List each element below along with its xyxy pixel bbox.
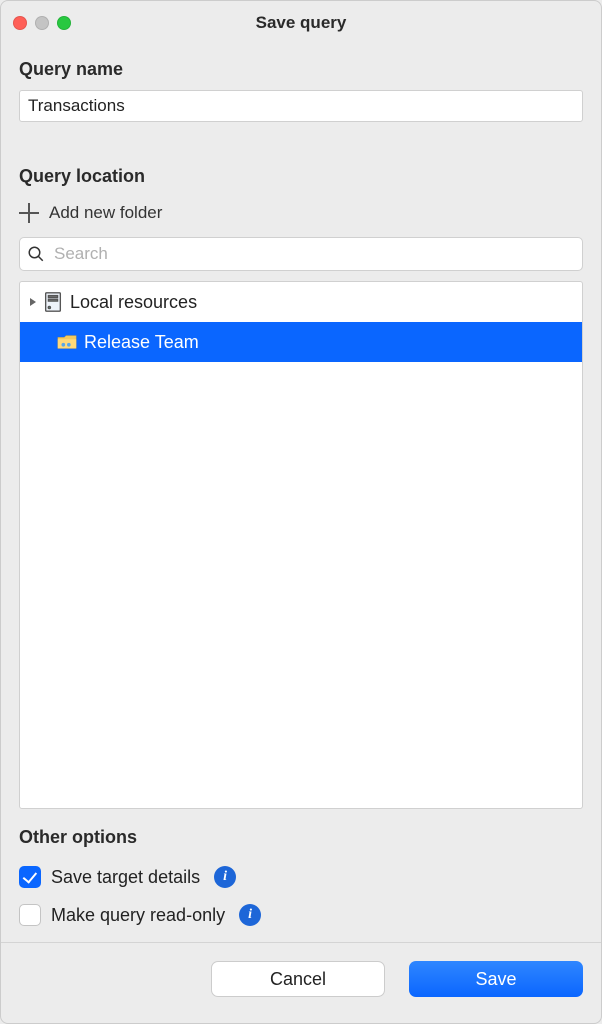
option-save-target-details: Save target details i: [19, 858, 583, 896]
search-wrapper: [19, 237, 583, 271]
dialog-footer: Cancel Save: [1, 942, 601, 1023]
titlebar: Save query: [1, 1, 601, 45]
make-read-only-label: Make query read-only: [51, 905, 225, 926]
folder-shared-icon: [56, 331, 78, 353]
save-target-details-checkbox[interactable]: [19, 866, 41, 888]
chevron-right-icon[interactable]: [24, 294, 42, 310]
query-location-label: Query location: [19, 166, 583, 187]
plus-icon: [19, 203, 39, 223]
maximize-window-button[interactable]: [57, 16, 71, 30]
close-window-button[interactable]: [13, 16, 27, 30]
info-icon[interactable]: i: [239, 904, 261, 926]
window-title: Save query: [1, 13, 601, 33]
tree-root-local-resources[interactable]: Local resources: [20, 282, 582, 322]
save-target-details-label: Save target details: [51, 867, 200, 888]
cancel-button[interactable]: Cancel: [211, 961, 385, 997]
option-make-read-only: Make query read-only i: [19, 896, 583, 934]
tree-item-label: Release Team: [84, 332, 199, 353]
other-options-section: Other options Save target details i Make…: [19, 827, 583, 942]
add-new-folder-label: Add new folder: [49, 203, 162, 223]
query-name-input[interactable]: [19, 90, 583, 122]
info-icon[interactable]: i: [214, 866, 236, 888]
minimize-window-button[interactable]: [35, 16, 49, 30]
tree-root-label: Local resources: [70, 292, 197, 313]
tree-item-release-team[interactable]: Release Team: [20, 322, 582, 362]
search-input[interactable]: [19, 237, 583, 271]
other-options-label: Other options: [19, 827, 583, 848]
dialog-content: Query name Query location Add new folder…: [1, 45, 601, 942]
make-read-only-checkbox[interactable]: [19, 904, 41, 926]
add-new-folder-button[interactable]: Add new folder: [19, 197, 583, 237]
query-name-label: Query name: [19, 59, 583, 80]
location-tree: Local resources Release Team: [19, 281, 583, 809]
server-icon: [42, 291, 64, 313]
save-button[interactable]: Save: [409, 961, 583, 997]
window-controls: [13, 16, 71, 30]
